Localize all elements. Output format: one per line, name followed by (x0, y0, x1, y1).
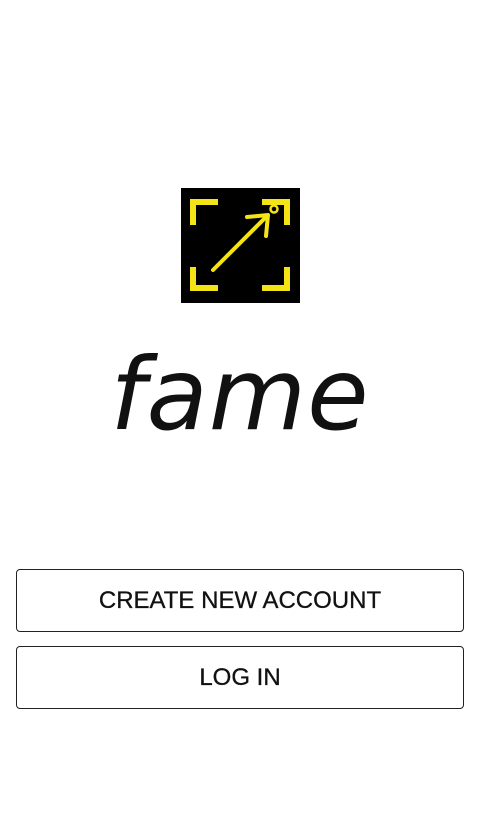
app-logo-icon (181, 188, 300, 303)
create-account-button[interactable]: CREATE NEW ACCOUNT (16, 569, 464, 632)
expand-arrow-frame-icon (190, 199, 290, 291)
login-button[interactable]: LOG IN (16, 646, 464, 709)
app-title: fame (110, 336, 370, 453)
